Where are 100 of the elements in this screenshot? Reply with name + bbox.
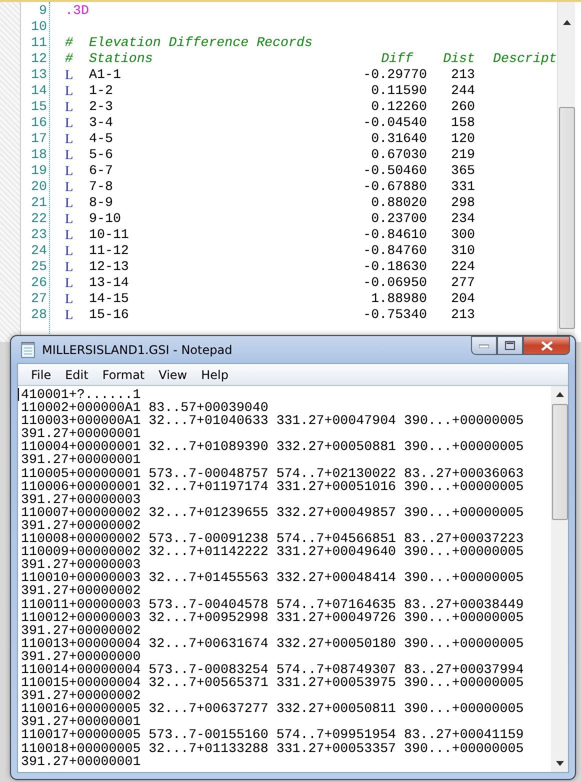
notepad-icon [21,341,35,358]
text-line: 391.27+00000002 [21,689,141,702]
code-text: .3D [65,3,90,19]
scroll-down-icon[interactable] [556,761,564,766]
record-type: L [65,307,74,323]
station-text: 3-4 [89,115,114,131]
dist-value: 277 [451,275,475,291]
diff-value: 0.88020 [371,195,427,211]
text-line: 110015+00000004 32...7+00565371 331.27+00053975 390...+00000005 [21,676,524,690]
line-number: 24 [30,243,47,259]
station-text: 15-16 [89,307,130,323]
text-line: 391.27+00000002 [21,518,141,532]
diff-value: 0.31640 [371,131,427,147]
dist-value: 219 [451,147,475,163]
scroll-up-icon[interactable] [562,20,570,25]
dist-value: 234 [451,211,475,227]
line-number: 14 [30,83,47,99]
station-text: 12-13 [89,259,130,275]
diff-value: -0.84760 [363,243,427,259]
line-number: 11 [30,35,47,51]
text-line: 110008+00000002 573..7-00091238 574..7+04566851 83..27+00037223 [21,532,524,546]
dist-value: 120 [451,131,475,147]
dist-value: 331 [451,179,475,195]
record-type: L [65,275,74,291]
line-number: 15 [30,99,47,115]
diff-value: 0.23700 [371,211,427,227]
station-text: 1-2 [89,83,114,99]
text-line: 110012+00000003 32...7+00952998 331.27+00049726 390...+00000005 [21,610,524,624]
scroll-up-icon[interactable] [556,392,564,397]
record-type: L [65,163,74,179]
text-line: 110002+000000A1 83..57+00039040 [21,401,268,414]
close-button[interactable] [523,336,570,355]
record-type: L [65,131,74,147]
line-number: 25 [30,259,47,275]
minimize-button[interactable] [471,336,497,355]
text-line: 391.27+00000001 [21,754,141,768]
line-number: 20 [30,179,47,195]
station-text: 4-5 [89,131,114,147]
record-type: L [65,147,74,163]
column-heading: Dist [443,51,475,67]
line-number: 21 [30,195,47,211]
comment-text: Elevation Difference Records [89,35,314,51]
text-line: 391.27+00000001 [21,715,141,728]
text-line: 391.27+00000003 [21,492,141,506]
station-text: 2-3 [89,99,114,115]
station-text: 9-10 [89,211,122,227]
dist-value: 310 [451,243,475,259]
line-number: 18 [30,147,47,163]
station-text: 14-15 [89,291,130,307]
record-type: L [65,211,74,227]
maximize-button[interactable] [497,336,523,355]
record-type: L [65,195,74,211]
record-type: L [65,83,74,99]
text-line: 110007+00000002 32...7+01239655 332.27+00049857 390...+00000005 [21,506,524,519]
line-number: 28 [30,307,47,323]
station-text: 10-11 [89,227,130,243]
text-line: 110010+00000003 32...7+01455563 332.27+00048414 390...+00000005 [21,571,524,584]
record-type: L [65,67,74,83]
menu-item[interactable]: View [152,366,194,384]
dist-value: 204 [451,291,475,307]
text-line: 110004+00000001 32...7+01089390 332.27+00050881 390...+00000005 [21,440,524,454]
record-type: L [65,99,74,115]
line-number: 9 [38,3,47,19]
record-type: L [65,179,74,195]
diff-value: -0.67880 [363,179,427,195]
diff-value: -0.18630 [363,259,427,275]
station-text: 8-9 [89,195,114,211]
record-type: L [65,115,74,131]
menu-item[interactable]: File [24,366,58,384]
close-icon[interactable] [540,340,552,350]
dist-value: 244 [451,83,475,99]
station-text: 7-8 [89,179,114,195]
dist-value: 298 [451,195,475,211]
menu-item[interactable]: Help [194,366,236,384]
menu-item[interactable]: Edit [58,366,96,384]
diff-value: 1.88980 [371,291,427,307]
comment-mark: # [65,35,74,51]
line-number: 23 [30,227,47,243]
text-caret [18,388,19,401]
text-line: 110018+00000005 32...7+01133288 331.27+00053357 390...+00000005 [21,742,524,755]
maximize-icon[interactable] [505,341,515,350]
text-line: 110013+00000004 32...7+00631674 332.27+00050180 390...+00000005 [21,636,524,650]
text-line: 110006+00000001 32...7+01197174 331.27+00051016 390...+00000005 [21,480,524,493]
diff-value: -0.75340 [363,307,427,323]
comment-mark: # [65,51,74,67]
column-heading: Descript [493,51,557,67]
line-number: 13 [30,67,47,83]
column-heading: Stations [89,51,154,67]
menu-item[interactable]: Format [95,366,152,384]
text-line: 110011+00000003 573..7-00404578 574..7+07164635 83..27+00038449 [21,598,524,611]
station-text: 13-14 [89,275,130,291]
scroll-thumb[interactable] [558,107,574,329]
dist-value: 213 [451,307,475,323]
scroll-thumb[interactable] [552,404,568,520]
text-line: 110014+00000004 573..7-00083254 574..7+08749307 83..27+00037994 [21,662,524,676]
text-line: 110016+00000005 32...7+00637277 332.27+00050811 390...+00000005 [21,702,524,716]
line-number: 17 [30,131,47,147]
line-number: 26 [30,275,47,291]
text-line: 110009+00000002 32...7+01142222 331.27+00049640 390...+00000005 [21,545,524,558]
text-line: 110017+00000005 573..7-00155160 574..7+09951954 83..27+00041159 [21,728,524,742]
